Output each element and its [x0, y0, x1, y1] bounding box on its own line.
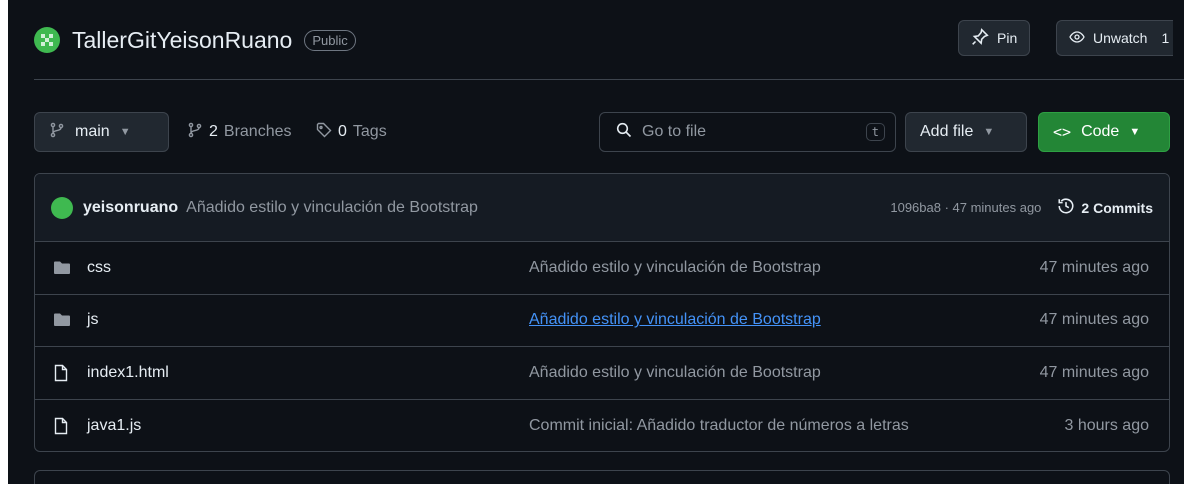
unwatch-label: Unwatch — [1093, 30, 1148, 46]
commits-link[interactable]: 2 Commits — [1057, 197, 1153, 218]
commit-author[interactable]: yeisonruano — [83, 199, 178, 217]
commit-meta[interactable]: 1096ba8 · 47 minutes ago — [890, 200, 1041, 215]
repo-toolbar: main ▼ 2 Branches 0 Tags Go to file t Ad… — [34, 112, 1174, 154]
code-label: Code — [1081, 123, 1120, 140]
git-branch-icon — [187, 122, 203, 143]
file-commit-time: 47 minutes ago — [1039, 258, 1149, 276]
pin-button[interactable]: Pin — [958, 20, 1031, 56]
file-commit-message[interactable]: Añadido estilo y vinculación de Bootstra… — [529, 311, 821, 329]
go-to-file-search[interactable]: Go to file t — [599, 112, 896, 152]
readme-panel — [34, 470, 1170, 484]
file-name[interactable]: css — [87, 259, 529, 277]
file-commit-time: 47 minutes ago — [1039, 363, 1149, 381]
git-branch-icon — [49, 122, 65, 143]
tags-count: 0 — [338, 123, 347, 140]
repo-header: TallerGitYeisonRuano Public Pin Unwatch … — [34, 18, 1184, 62]
tags-label: Tags — [352, 123, 387, 140]
file-browser: yeisonruano Añadido estilo y vinculación… — [34, 173, 1170, 452]
file-icon — [53, 416, 73, 436]
keyboard-shortcut-hint: t — [865, 123, 885, 141]
file-row[interactable]: js Añadido estilo y vinculación de Boots… — [35, 295, 1169, 347]
commits-label: 2 Commits — [1081, 199, 1153, 216]
tag-icon — [316, 122, 332, 143]
branches-label: Branches — [223, 123, 292, 140]
file-commit-message[interactable]: Añadido estilo y vinculación de Bootstra… — [529, 259, 821, 277]
repo-name[interactable]: TallerGitYeisonRuano — [72, 27, 292, 54]
file-commit-time: 47 minutes ago — [1039, 311, 1149, 329]
branches-link[interactable]: 2 Branches — [187, 112, 292, 152]
add-file-button[interactable]: Add file ▼ — [905, 112, 1027, 152]
history-icon — [1057, 197, 1075, 218]
folder-icon — [53, 258, 73, 278]
watch-count: 1 — [1161, 30, 1170, 46]
chevron-down-icon: ▼ — [119, 126, 131, 138]
header-divider — [34, 79, 1184, 80]
repo-owner-avatar[interactable] — [34, 27, 60, 53]
branch-selector[interactable]: main ▼ — [34, 112, 169, 152]
search-placeholder: Go to file — [642, 123, 707, 140]
visibility-badge: Public — [304, 29, 356, 51]
tags-link[interactable]: 0 Tags — [316, 112, 387, 152]
unwatch-button[interactable]: Unwatch 1 — [1056, 20, 1174, 56]
latest-commit-bar: yeisonruano Añadido estilo y vinculación… — [35, 174, 1169, 242]
add-file-label: Add file — [920, 123, 974, 140]
file-row[interactable]: index1.html Añadido estilo y vinculación… — [35, 347, 1169, 400]
chevron-down-icon: ▼ — [1129, 126, 1141, 138]
file-commit-time: 3 hours ago — [1064, 416, 1149, 434]
file-commit-message[interactable]: Commit inicial: Añadido traductor de núm… — [529, 417, 909, 435]
code-icon: <> — [1053, 123, 1072, 141]
file-name[interactable]: js — [87, 311, 529, 329]
file-name[interactable]: java1.js — [87, 417, 529, 435]
current-branch: main — [75, 123, 110, 140]
left-edge-strip — [0, 0, 8, 484]
file-row[interactable]: css Añadido estilo y vinculación de Boot… — [35, 242, 1169, 295]
file-icon — [53, 363, 73, 383]
chevron-down-icon: ▼ — [983, 126, 995, 138]
code-button[interactable]: <> Code ▼ — [1038, 112, 1170, 152]
folder-icon — [53, 310, 73, 330]
author-avatar[interactable] — [51, 196, 73, 219]
file-row[interactable]: java1.js Commit inicial: Añadido traduct… — [35, 400, 1169, 452]
branches-count: 2 — [209, 123, 218, 140]
pin-label: Pin — [997, 30, 1018, 46]
search-icon — [616, 122, 632, 143]
file-name[interactable]: index1.html — [87, 364, 529, 382]
eye-icon — [1069, 29, 1085, 48]
commit-message[interactable]: Añadido estilo y vinculación de Bootstra… — [186, 199, 478, 217]
pin-icon — [971, 27, 989, 49]
file-commit-message[interactable]: Añadido estilo y vinculación de Bootstra… — [529, 364, 821, 382]
